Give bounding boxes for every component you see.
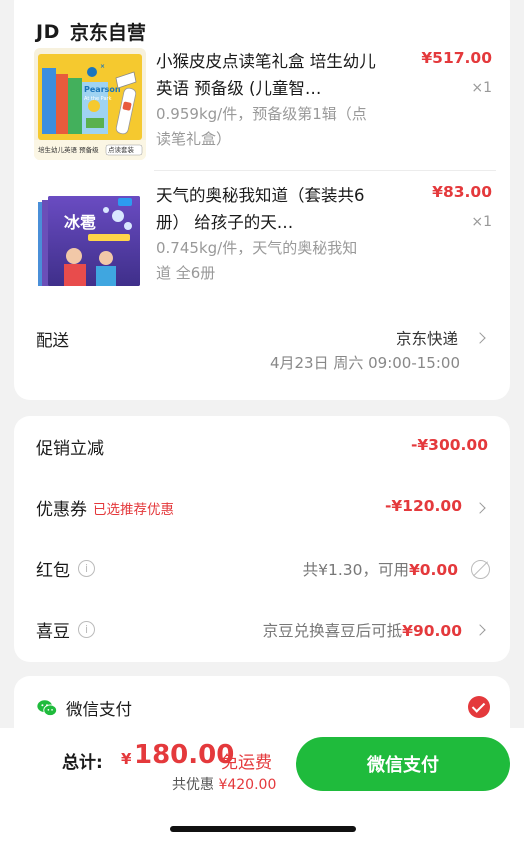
coupon-label: 优惠券 xyxy=(36,500,87,520)
delivery-label: 配送 xyxy=(36,331,69,350)
savings-label: 共优惠 xyxy=(172,777,214,793)
product-spec: 0.959kg/件，预备级第1辑（点读笔礼盒） xyxy=(156,105,367,148)
product-spec: 0.745kg/件，天气的奥秘我知道 全6册 xyxy=(156,239,358,282)
product-price: ¥517.00 xyxy=(421,49,492,67)
coupon-row[interactable]: 优惠券 已选推荐优惠 -¥120.00 xyxy=(36,493,488,523)
thumb-caption-left: 培生幼儿英语 预备级 xyxy=(38,145,99,154)
promo-label: 促销立减 xyxy=(36,439,104,459)
checkout-bar: 总计: ¥ 180.00 免运费 共优惠 ¥420.00 微信支付 xyxy=(0,728,524,844)
promo-value: -¥300.00 xyxy=(410,436,488,454)
total-amount: 180.00 xyxy=(134,740,235,770)
delivery-time: 4月23日 周六 09:00-15:00 xyxy=(269,354,460,372)
wechat-pay-option[interactable]: 微信支付 xyxy=(36,696,132,720)
redpacket-available: ¥0.00 xyxy=(408,561,458,579)
thumb-caption-right: 点读套装 xyxy=(108,145,135,154)
wechat-icon xyxy=(37,700,58,717)
redpacket-label: 红包 xyxy=(36,561,70,581)
coupon-value: -¥120.00 xyxy=(384,497,462,515)
product-title: 小猴皮皮点读笔礼盒 培生幼儿英语 预备级 (儿童智… xyxy=(156,52,376,98)
home-indicator xyxy=(170,826,356,832)
divider xyxy=(154,170,496,171)
info-icon[interactable]: i xyxy=(78,621,95,638)
redpacket-total: 共¥1.30，可用 xyxy=(302,561,409,579)
total-currency: ¥ xyxy=(121,750,132,768)
promo-row: 促销立减 -¥300.00 xyxy=(36,432,488,462)
redpacket-row[interactable]: 红包 i 共¥1.30，可用¥0.00 xyxy=(36,554,490,584)
payment-method-label: 微信支付 xyxy=(66,700,132,719)
beans-label: 喜豆 xyxy=(36,622,70,642)
disabled-icon xyxy=(471,560,490,579)
product-item[interactable]: Pearson At the Park × 培生幼儿英语 预备级 点读套装 小猴… xyxy=(34,48,492,160)
product-image-reading-pen: Pearson At the Park × 培生幼儿英语 预备级 点读套装 xyxy=(34,48,146,160)
info-icon[interactable]: i xyxy=(78,560,95,577)
beans-text: 京豆兑换喜豆后可抵 xyxy=(262,622,403,640)
savings-amount: ¥420.00 xyxy=(218,777,277,793)
wechat-pay-button[interactable]: 微信支付 xyxy=(296,737,510,791)
svg-text:×: × xyxy=(100,63,105,70)
product-image-weather-books: 冰雹 xyxy=(34,182,146,294)
free-shipping-label: 免运费 xyxy=(221,753,272,773)
total-label: 总计: xyxy=(62,753,103,773)
chevron-right-icon xyxy=(474,332,486,344)
product-item[interactable]: 冰雹 天气的奥秘我知道（套装共6册） 给孩子的天… 0.745kg/件，天气的奥… xyxy=(34,182,492,294)
product-quantity: ×1 xyxy=(471,214,492,230)
savings-summary: 共优惠 ¥420.00 xyxy=(172,774,276,794)
beans-amount: ¥90.00 xyxy=(402,622,462,640)
shop-header[interactable]: JD 京东自营 xyxy=(36,18,146,45)
order-card: JD 京东自营 Pearson At the Park × 培生幼儿英语 预备级… xyxy=(14,0,510,400)
book-title-text: At the Park xyxy=(84,96,112,102)
discount-card: 促销立减 -¥300.00 优惠券 已选推荐优惠 -¥120.00 红包 i 共… xyxy=(14,416,510,662)
pearson-badge: Pearson xyxy=(84,85,121,94)
jd-logo: JD xyxy=(36,20,60,43)
shop-name: 京东自营 xyxy=(69,22,146,44)
product-price: ¥83.00 xyxy=(432,183,492,201)
checkmark-icon[interactable] xyxy=(468,696,490,718)
product-quantity: ×1 xyxy=(471,80,492,96)
beans-row[interactable]: 喜豆 i 京豆兑换喜豆后可抵¥90.00 xyxy=(36,615,488,645)
chevron-right-icon xyxy=(474,624,486,636)
delivery-carrier: 京东快递 xyxy=(395,330,458,348)
product-title: 天气的奥秘我知道（套装共6册） 给孩子的天… xyxy=(156,186,365,232)
chevron-right-icon xyxy=(474,502,486,514)
book-title-bingbao: 冰雹 xyxy=(64,213,96,232)
coupon-tag: 已选推荐优惠 xyxy=(93,501,174,518)
